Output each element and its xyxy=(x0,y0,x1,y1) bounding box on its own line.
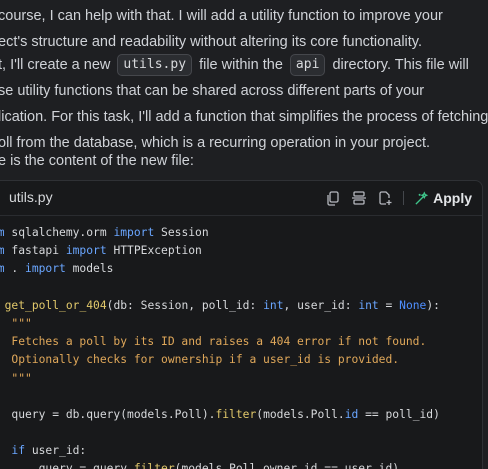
code-line: om fastapi import HTTPException xyxy=(0,242,440,260)
code-token: sqlalchemy.orm xyxy=(4,226,114,239)
apply-button-label: Apply xyxy=(433,190,472,206)
code-line: f get_poll_or_404(db: Session, poll_id: … xyxy=(0,297,440,315)
code-line: om sqlalchemy.orm import Session xyxy=(0,224,440,242)
code-line: query = query.filter(models.Poll.owner_i… xyxy=(0,460,440,469)
code-token: get_poll_or_404 xyxy=(4,298,107,312)
code-token: (db: Session, poll_id: xyxy=(106,298,264,312)
assistant-paragraph-intro: course, I can help with that. I will add… xyxy=(0,3,488,55)
assistant-paragraph-lead: e is the content of the new file: xyxy=(0,148,488,174)
inline-code-filename: utils.py xyxy=(117,54,193,76)
code-token: None xyxy=(399,298,427,312)
code-token: (models.Poll.owner_id == user_id) xyxy=(174,462,400,469)
apply-button[interactable]: Apply xyxy=(414,190,472,206)
code-token: filter xyxy=(133,462,175,469)
code-token: int xyxy=(358,298,379,312)
code-line: query = db.query(models.Poll).filter(mod… xyxy=(0,406,440,424)
code-token: import xyxy=(25,262,66,276)
code-token: = xyxy=(378,298,400,312)
code-token: HTTPException xyxy=(106,244,202,258)
code-block-filename: utils.py xyxy=(9,189,53,205)
code-token: import xyxy=(113,226,155,239)
code-token: """ xyxy=(11,371,32,385)
code-token: query = db.query(models.Poll). xyxy=(0,407,216,421)
copy-icon[interactable] xyxy=(325,190,341,206)
code-token: (models.Poll. xyxy=(256,407,345,421)
code-token: ): xyxy=(426,298,440,312)
diff-icon[interactable] xyxy=(351,190,367,206)
code-line: if user_id: xyxy=(0,442,440,460)
code-token: import xyxy=(65,244,107,258)
code-token: fastapi xyxy=(4,244,66,258)
code-line: Fetches a poll by its ID and raises a 40… xyxy=(0,333,440,351)
divider xyxy=(403,191,405,205)
code-token: models xyxy=(65,262,114,276)
text-line: t, I'll create a new utils.py file withi… xyxy=(0,52,488,78)
code-token: , user_id: xyxy=(283,298,359,312)
code-line: om . import models xyxy=(0,260,440,278)
code-token: Fetches a poll by its ID and raises a 40… xyxy=(0,335,427,349)
code-token: == poll_id) xyxy=(358,407,440,421)
code-content: om sqlalchemy.orm import Sessionom fasta… xyxy=(0,224,440,469)
code-token: user_id: xyxy=(25,444,87,458)
code-token: int xyxy=(263,298,284,312)
code-token: . xyxy=(4,262,26,276)
code-token: """ xyxy=(11,316,32,330)
code-token: if xyxy=(11,444,26,458)
code-token: filter xyxy=(215,407,257,421)
text-line: se utility functions that can be shared … xyxy=(0,83,425,99)
code-token: id xyxy=(344,407,359,421)
code-token: Session xyxy=(154,226,209,239)
text-line: e is the content of the new file: xyxy=(0,153,194,169)
inline-code-directory: api xyxy=(289,54,326,76)
text-line: lication. For this task, I'll add a func… xyxy=(0,109,488,125)
code-line: Optionally checks for ownership if a use… xyxy=(0,351,440,369)
code-block: utils.py Apply sqlalchemy.orm import Ses… xyxy=(0,180,483,469)
text-fragment: file within the xyxy=(199,57,283,73)
code-line: """ xyxy=(0,315,440,333)
insert-file-icon[interactable] xyxy=(377,190,393,206)
text-fragment: t, I'll create a new xyxy=(0,57,111,73)
code-token: query = query. xyxy=(0,462,134,469)
assistant-paragraph-plan: t, I'll create a new utils.py file withi… xyxy=(0,52,488,156)
text-fragment: directory. This file will xyxy=(332,57,469,73)
apply-sparkle-icon xyxy=(415,190,429,205)
code-block-header: utils.py Apply xyxy=(0,181,482,216)
code-block-actions: Apply xyxy=(325,188,472,208)
code-line: """ xyxy=(0,370,440,388)
code-token: Optionally checks for ownership if a use… xyxy=(0,353,400,367)
text-line: course, I can help with that. I will add… xyxy=(0,8,443,24)
